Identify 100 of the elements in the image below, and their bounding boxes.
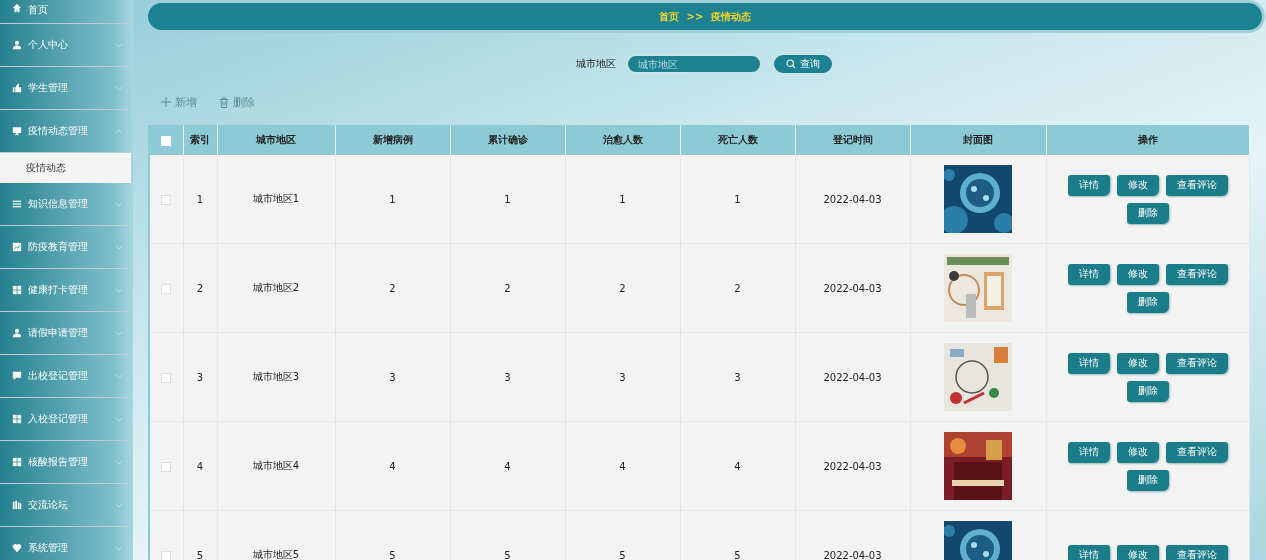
sidebar-label: 疫情动态管理: [28, 124, 89, 138]
table-cell: 2: [680, 243, 795, 333]
table-cell: 3: [183, 332, 217, 422]
row-action-button[interactable]: 详情: [1067, 441, 1110, 463]
sidebar-item[interactable]: 请假申请管理: [0, 312, 133, 355]
add-button[interactable]: 新增: [161, 94, 197, 110]
monitor-icon: [12, 126, 22, 136]
plus-icon: [161, 97, 171, 107]
sidebar-label: 首页: [28, 3, 49, 17]
table-cell: 2: [183, 243, 217, 333]
table-cell: 1: [335, 155, 450, 244]
column-header: 城市地区: [217, 125, 335, 155]
sidebar-label: 系统管理: [28, 541, 69, 555]
sidebar-item[interactable]: 知识信息管理: [0, 183, 133, 226]
sidebar-item[interactable]: 入校登记管理: [0, 398, 133, 441]
row-action-button[interactable]: 删除: [1126, 380, 1169, 402]
chart-icon: [12, 242, 22, 252]
heart-icon: [12, 543, 22, 553]
sidebar-label: 知识信息管理: [28, 197, 89, 211]
table-cell: 1: [680, 155, 795, 244]
table-cell: 城市地区2: [217, 243, 335, 333]
sidebar-label: 请假申请管理: [28, 326, 89, 340]
row-action-button[interactable]: 修改: [1116, 352, 1159, 374]
column-header: 封面图: [910, 125, 1046, 155]
breadcrumb-separator: >>: [686, 11, 704, 22]
row-action-button[interactable]: 查看评论: [1165, 544, 1228, 560]
sidebar-label: 核酸报告管理: [28, 455, 89, 469]
sidebar-item[interactable]: 系统管理: [0, 527, 133, 560]
sidebar-label: 出校登记管理: [28, 369, 89, 383]
row-action-button[interactable]: 查看评论: [1165, 352, 1228, 374]
table-cell: 3: [565, 332, 680, 422]
sidebar-item[interactable]: 首页: [0, 0, 133, 24]
table-cell: 2022-04-03: [795, 332, 910, 422]
row-action-button[interactable]: 修改: [1116, 441, 1159, 463]
row-checkbox[interactable]: [161, 372, 172, 383]
column-header: 新增病例: [335, 125, 450, 155]
row-checkbox[interactable]: [161, 550, 172, 560]
sidebar-label: 交流论坛: [28, 498, 69, 512]
table-cell: 2022-04-03: [795, 155, 910, 244]
table-cell: 3: [335, 332, 450, 422]
sidebar-item[interactable]: 出校登记管理: [0, 355, 133, 398]
row-action-button[interactable]: 修改: [1116, 174, 1159, 196]
delete-button[interactable]: 删除: [219, 94, 255, 110]
table-cell: 5: [183, 510, 217, 560]
sidebar-item[interactable]: 学生管理: [0, 67, 133, 110]
row-checkbox[interactable]: [161, 461, 172, 472]
row-checkbox[interactable]: [161, 194, 172, 205]
sidebar-item[interactable]: 健康打卡管理: [0, 269, 133, 312]
table-cell: 5: [565, 510, 680, 560]
table-cell: 城市地区1: [217, 155, 335, 244]
sidebar-item[interactable]: 个人中心: [0, 24, 133, 67]
column-header: 累计确诊: [450, 125, 565, 155]
sidebar-item[interactable]: 交流论坛: [0, 484, 133, 527]
row-action-button[interactable]: 查看评论: [1165, 441, 1228, 463]
table-cell: 3: [680, 332, 795, 422]
sidebar-label: 防疫教育管理: [28, 240, 89, 254]
column-header: 治愈人数: [565, 125, 680, 155]
column-header: 死亡人数: [680, 125, 795, 155]
row-action-button[interactable]: 删除: [1126, 469, 1169, 491]
breadcrumb-current: 疫情动态: [711, 9, 752, 24]
sidebar-label: 入校登记管理: [28, 412, 89, 426]
select-all-checkbox[interactable]: [161, 135, 172, 146]
table-cell: 1: [450, 155, 565, 244]
table-cell: 1: [565, 155, 680, 244]
grid-icon: [12, 414, 22, 424]
row-action-button[interactable]: 详情: [1067, 263, 1110, 285]
search-icon: [786, 59, 796, 69]
row-action-button[interactable]: 详情: [1067, 174, 1110, 196]
row-action-button[interactable]: 详情: [1067, 544, 1110, 560]
table-cell: 5: [450, 510, 565, 560]
sidebar-subitem[interactable]: 疫情动态: [0, 153, 131, 183]
table-cell: 2022-04-03: [795, 243, 910, 333]
user-icon: [12, 40, 22, 50]
sidebar-item[interactable]: 防疫教育管理: [0, 226, 133, 269]
sidebar-item[interactable]: 核酸报告管理: [0, 441, 133, 484]
grid-icon: [12, 457, 22, 467]
table-cell: 2022-04-03: [795, 510, 910, 560]
row-action-button[interactable]: 修改: [1116, 263, 1159, 285]
table-cell: 4: [680, 421, 795, 511]
thumb-icon: [12, 83, 22, 93]
table-cell: 2022-04-03: [795, 421, 910, 511]
sidebar-label: 健康打卡管理: [28, 283, 89, 297]
search-field[interactable]: 城市地区: [626, 54, 762, 74]
table-cell: 1: [183, 155, 217, 244]
row-action-button[interactable]: 修改: [1116, 544, 1159, 560]
search-button[interactable]: 查询: [772, 53, 834, 75]
table-cell: 2: [565, 243, 680, 333]
row-checkbox[interactable]: [161, 283, 172, 294]
breadcrumb-link[interactable]: 首页: [658, 9, 679, 24]
row-action-button[interactable]: 删除: [1126, 291, 1169, 313]
row-action-button[interactable]: 详情: [1067, 352, 1110, 374]
table-cell: 2: [335, 243, 450, 333]
row-action-button[interactable]: 删除: [1126, 202, 1169, 224]
row-action-button[interactable]: 查看评论: [1165, 263, 1228, 285]
table-cell: 3: [450, 332, 565, 422]
table-cell: 城市地区4: [217, 421, 335, 511]
trash-icon: [219, 96, 229, 108]
user-icon: [12, 328, 22, 338]
row-action-button[interactable]: 查看评论: [1165, 174, 1228, 196]
table-cell: 城市地区3: [217, 332, 335, 422]
